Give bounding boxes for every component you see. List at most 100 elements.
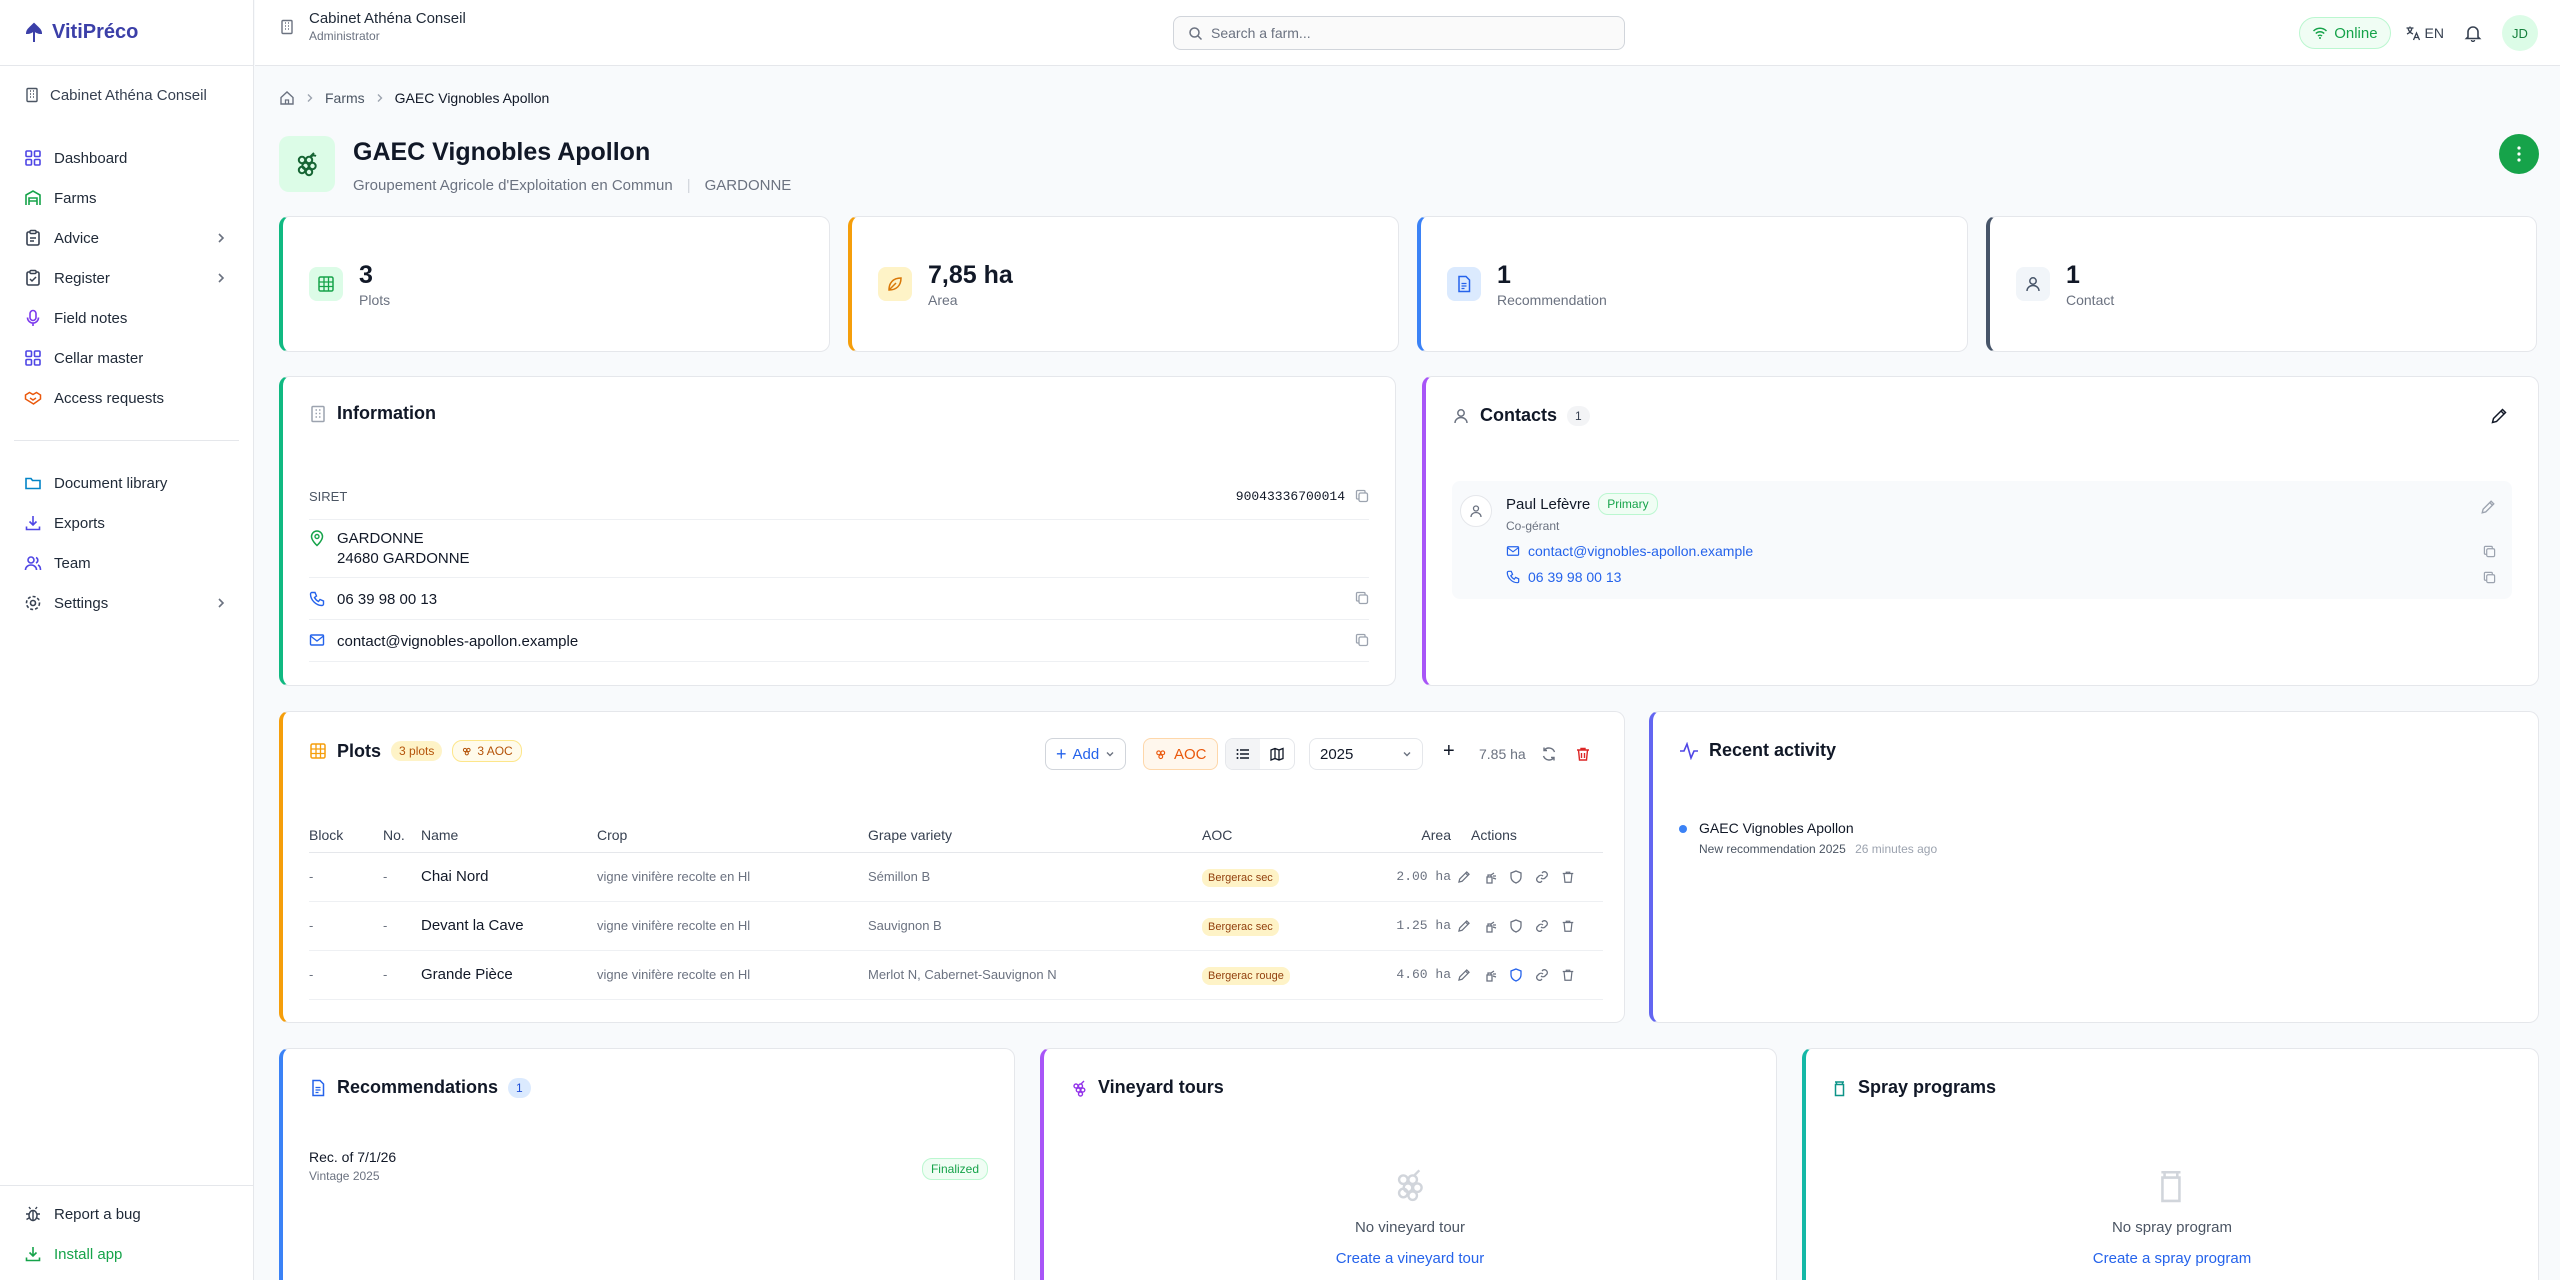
aoc-badge: Bergerac sec bbox=[1202, 918, 1279, 936]
table-row[interactable]: - - Devant la Cave vigne vinifère recolt… bbox=[309, 901, 1603, 951]
card-title: Contacts bbox=[1480, 405, 1558, 425]
search-box[interactable] bbox=[1173, 16, 1625, 50]
stat-card-contact[interactable]: 1 Contact bbox=[1986, 216, 2537, 352]
create-tour-link[interactable]: Create a vineyard tour bbox=[1336, 1250, 1484, 1267]
separator: | bbox=[686, 177, 691, 194]
sidebar-item-field-notes[interactable]: Field notes bbox=[0, 298, 253, 338]
rec-subtitle: Vintage 2025 bbox=[309, 1169, 380, 1183]
sidebar-item-document-library[interactable]: Document library bbox=[0, 463, 253, 503]
chevron-right-icon bbox=[215, 232, 227, 244]
activity-dot bbox=[1679, 825, 1687, 833]
user-avatar[interactable]: JD bbox=[2502, 15, 2538, 51]
link-icon[interactable] bbox=[1535, 870, 1549, 884]
pencil-icon[interactable] bbox=[1457, 870, 1471, 884]
pencil-icon[interactable] bbox=[2480, 499, 2496, 515]
report-bug-label: Report a bug bbox=[54, 1205, 141, 1223]
pencil-icon[interactable] bbox=[1457, 968, 1471, 982]
map-pin-icon bbox=[309, 529, 325, 547]
home-icon[interactable] bbox=[279, 90, 295, 106]
sidebar-item-farms[interactable]: Farms bbox=[0, 178, 253, 218]
aoc-badge: Bergerac sec bbox=[1202, 869, 1279, 887]
pencil-icon[interactable] bbox=[2490, 407, 2508, 425]
sidebar-item-exports[interactable]: Exports bbox=[0, 503, 253, 543]
column-header: Area bbox=[1366, 818, 1451, 853]
table-row[interactable]: - - Chai Nord vigne vinifère recolte en … bbox=[309, 852, 1603, 902]
plus-icon[interactable]: + bbox=[1443, 740, 1455, 763]
trash-icon[interactable] bbox=[1575, 746, 1591, 762]
language-switcher[interactable]: EN bbox=[2405, 25, 2444, 41]
aoc-filter-button[interactable]: AOC bbox=[1143, 738, 1218, 770]
refresh-icon[interactable] bbox=[1541, 746, 1557, 762]
shield-icon[interactable] bbox=[1509, 967, 1523, 982]
report-bug-button[interactable]: Report a bug bbox=[0, 1194, 254, 1234]
sidebar-org-label: Cabinet Athéna Conseil bbox=[50, 86, 207, 104]
stat-card-plots[interactable]: 3 Plots bbox=[279, 216, 830, 352]
recommendation-item[interactable]: Rec. of 7/1/26 Vintage 2025 Finalized bbox=[309, 1149, 988, 1189]
activity-title: GAEC Vignobles Apollon bbox=[1699, 820, 1854, 836]
sidebar-item-cellar-master[interactable]: Cellar master bbox=[0, 338, 253, 378]
contact-item[interactable]: Paul Lefèvre Primary Co-gérant contact@v… bbox=[1452, 481, 2512, 599]
trash-icon[interactable] bbox=[1561, 870, 1575, 884]
chevron-right-icon bbox=[215, 272, 227, 284]
trash-icon[interactable] bbox=[1561, 968, 1575, 982]
install-app-button[interactable]: Install app bbox=[0, 1234, 254, 1274]
copy-icon[interactable] bbox=[1355, 591, 1369, 605]
handshake-icon bbox=[24, 389, 42, 407]
chevron-down-icon bbox=[1402, 749, 1412, 759]
more-actions-button[interactable] bbox=[2499, 134, 2539, 174]
spray-icon[interactable] bbox=[1483, 919, 1497, 933]
trash-icon[interactable] bbox=[1561, 919, 1575, 933]
spray-icon[interactable] bbox=[1483, 968, 1497, 982]
contact-email-link[interactable]: contact@vignobles-apollon.example bbox=[1528, 543, 1753, 559]
email-value[interactable]: contact@vignobles-apollon.example bbox=[337, 633, 578, 650]
search-input[interactable] bbox=[1211, 25, 1591, 41]
brand[interactable]: VitiPréco bbox=[0, 0, 253, 66]
sidebar-item-access-requests[interactable]: Access requests bbox=[0, 378, 253, 418]
pencil-icon[interactable] bbox=[1457, 919, 1471, 933]
sidebar-item-team[interactable]: Team bbox=[0, 543, 253, 583]
activity-time: 26 minutes ago bbox=[1855, 842, 1938, 856]
activity-item[interactable]: GAEC Vignobles Apollon New recommendatio… bbox=[1679, 820, 1937, 856]
link-icon[interactable] bbox=[1535, 968, 1549, 982]
link-icon[interactable] bbox=[1535, 919, 1549, 933]
column-header: Crop bbox=[597, 818, 868, 853]
copy-icon[interactable] bbox=[2483, 571, 2496, 584]
stat-card-recommendation[interactable]: 1 Recommendation bbox=[1417, 216, 1968, 352]
bell-icon[interactable] bbox=[2464, 24, 2482, 42]
sidebar-item-advice[interactable]: Advice bbox=[0, 218, 253, 258]
column-header: Block bbox=[309, 818, 383, 853]
spray-icon[interactable] bbox=[1483, 870, 1497, 884]
farm-type: Groupement Agricole d'Exploitation en Co… bbox=[353, 177, 673, 194]
shield-icon[interactable] bbox=[1509, 918, 1523, 933]
breadcrumb-farms[interactable]: Farms bbox=[325, 90, 365, 106]
column-header: Actions bbox=[1451, 818, 1603, 853]
contact-phone-link[interactable]: 06 39 98 00 13 bbox=[1528, 569, 1621, 585]
sidebar-org[interactable]: Cabinet Athéna Conseil bbox=[0, 66, 253, 124]
sidebar-item-register[interactable]: Register bbox=[0, 258, 253, 298]
cell-variety: Sauvignon B bbox=[868, 901, 1202, 951]
copy-icon[interactable] bbox=[2483, 545, 2496, 558]
grid-icon bbox=[24, 349, 42, 367]
year-select[interactable]: 2025 bbox=[1309, 738, 1423, 770]
cell-no: - bbox=[383, 852, 421, 902]
divider bbox=[309, 661, 1369, 662]
copy-icon[interactable] bbox=[1355, 489, 1369, 503]
count-badge: 1 bbox=[1567, 405, 1590, 426]
list-view-button[interactable] bbox=[1226, 739, 1260, 769]
table-icon bbox=[309, 742, 327, 760]
stat-card-area[interactable]: 7,85 ha Area bbox=[848, 216, 1399, 352]
add-plot-button[interactable]: + Add bbox=[1045, 738, 1127, 770]
table-row[interactable]: - - Grande Pièce vigne vinifère recolte … bbox=[309, 950, 1603, 1000]
create-spray-link[interactable]: Create a spray program bbox=[2093, 1250, 2251, 1267]
stat-value: 1 bbox=[2066, 260, 2080, 289]
cell-area: 2.00 ha bbox=[1366, 852, 1451, 902]
grape-icon bbox=[1154, 747, 1168, 761]
shield-icon[interactable] bbox=[1509, 869, 1523, 884]
map-view-button[interactable] bbox=[1260, 739, 1294, 769]
sidebar-item-settings[interactable]: Settings bbox=[0, 583, 253, 623]
document-icon bbox=[309, 1079, 327, 1097]
copy-icon[interactable] bbox=[1355, 633, 1369, 647]
org-switcher[interactable]: Cabinet Athéna Conseil Administrator bbox=[279, 10, 466, 43]
contacts-card: Contacts 1 Paul Lefèvre Primary Co-géran… bbox=[1422, 376, 2539, 686]
sidebar-item-dashboard[interactable]: Dashboard bbox=[0, 138, 253, 178]
